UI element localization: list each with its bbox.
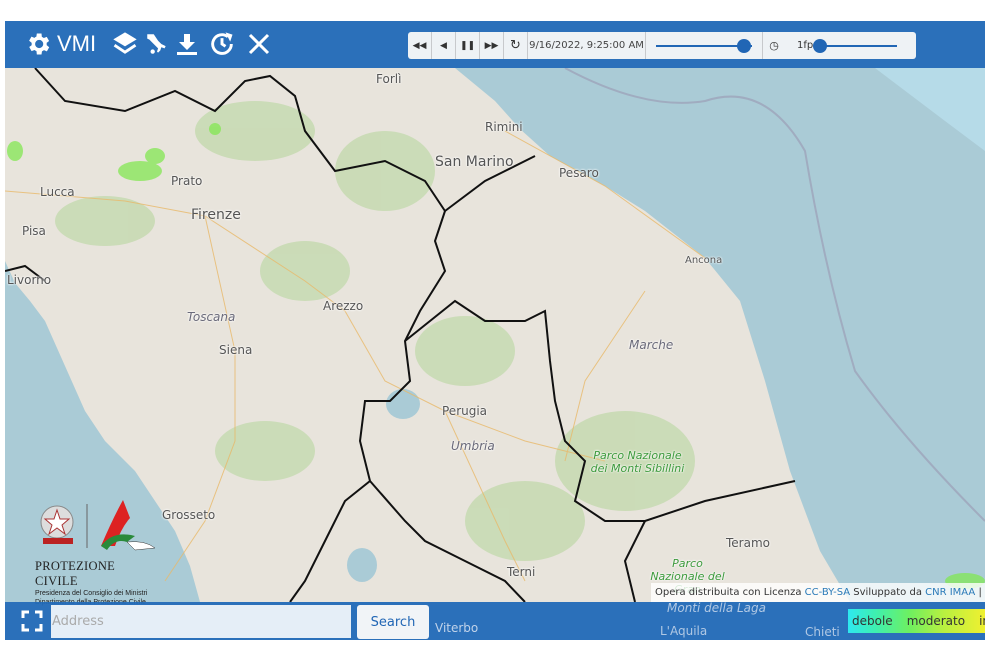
gear-icon[interactable] [23,29,53,59]
label-livorno: Livorno [7,273,52,287]
logo-emblems [40,500,156,551]
close-icon[interactable] [245,29,273,59]
app-title: VMI [57,31,97,56]
speed-slider[interactable] [813,32,897,59]
radar-legend: debole moderato intenso [848,609,985,633]
label-teramo: Teramo [726,536,770,550]
license-link[interactable]: CC-BY-SA [805,587,850,598]
fast-backward-icon: ◀◀ [412,40,427,51]
lake-bolsena [347,548,377,582]
speed-slider-thumb[interactable] [813,39,828,53]
label-prato: Prato [171,174,203,188]
attribution-middle: Sviluppato da [850,587,926,598]
label-pesaro: Pesaro [559,166,599,180]
label-marche: Marche [629,338,674,352]
protezione-civile-logo: PROTEZIONE CIVILE Presidenza del Consigl… [35,498,160,607]
label-san-marino: San Marino [435,154,514,170]
pause-icon: ❚❚ [459,40,476,51]
step-backward-icon: ◀ [440,40,447,51]
label-rimini: Rimini [485,120,523,134]
label-terni: Terni [507,565,536,579]
label-pisa: Pisa [22,224,46,238]
download-icon[interactable] [173,29,201,59]
fullscreen-icon[interactable] [21,610,43,636]
step-forward-icon: ▶▶ [484,40,499,51]
lake-trasimeno [386,389,420,419]
label-sibillini: Parco Nazionale dei Monti Sibillini [590,449,685,475]
label-firenze: Firenze [191,207,241,223]
time-slider-thumb[interactable] [737,39,752,53]
speed-icon: ◷ [769,39,779,52]
label-toscana: Toscana [187,310,236,324]
developer-link[interactable]: CNR IMAA [925,587,975,598]
time-slider[interactable] [656,32,752,59]
current-datetime: 9/16/2022, 9:25:00 AM [528,32,646,59]
italy-icon[interactable] [142,29,172,59]
attribution-suffix: | OpenStreetMap [978,587,985,598]
label-arezzo: Arezzo [323,299,364,313]
label-siena: Siena [219,343,253,357]
search-button[interactable]: Search [357,605,429,639]
animation-player: ◀◀ ◀ ❚❚ ▶▶ ↻ 9/16/2022, 9:25:00 AM ◷ 1fp… [408,32,916,59]
label-lucca: Lucca [40,185,75,199]
step-forward-button[interactable]: ▶▶ [480,32,504,59]
history-icon[interactable] [207,29,237,59]
label-grosseto: Grosseto [162,508,216,522]
attribution-prefix: Opera distribuita con Licenza [655,587,805,598]
address-input[interactable] [51,605,351,638]
refresh-icon: ↻ [510,38,521,53]
speed-slider-track [818,45,897,47]
attribution: Opera distribuita con Licenza CC-BY-SA S… [651,583,985,602]
label-ancona: Ancona [685,255,723,266]
step-backward-button[interactable]: ◀ [432,32,456,59]
app: Forlì Rimini San Marino Pesaro Lucca Pra… [5,21,985,640]
label-forli: Forlì [376,72,402,86]
label-perugia: Perugia [442,404,488,418]
layers-icon[interactable] [110,29,140,59]
fast-backward-button[interactable]: ◀◀ [408,32,432,59]
pause-button[interactable]: ❚❚ [456,32,480,59]
top-toolbar: VMI ◀◀ ◀ ❚❚ ▶▶ ↻ 9/16/2022, 9:25:00 AM ◷… [5,21,985,68]
legend-moderate: moderato [906,614,966,628]
bottom-toolbar: Search debole moderato intenso [5,602,985,640]
logo-line1: Presidenza del Consiglio dei Ministri [35,590,148,597]
logo-title: PROTEZIONE CIVILE [35,559,116,588]
legend-intense: intenso [979,614,985,628]
refresh-button[interactable]: ↻ [504,32,528,59]
legend-weak: debole [852,614,893,628]
label-umbria: Umbria [451,439,495,453]
